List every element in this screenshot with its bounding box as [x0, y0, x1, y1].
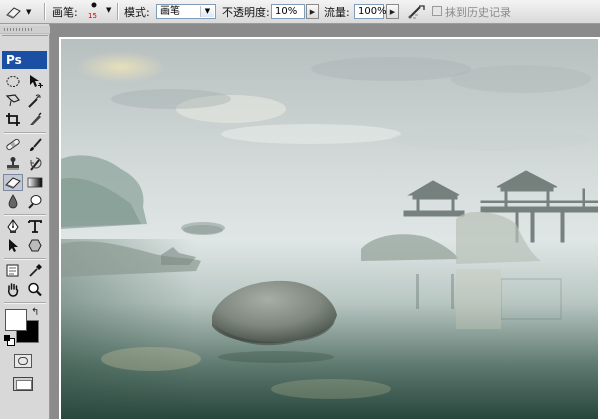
gradient-tool[interactable] [25, 174, 45, 191]
crop-icon [6, 113, 20, 126]
document-window[interactable] [59, 37, 600, 419]
screen-mode-button[interactable] [13, 377, 33, 391]
chevron-down-icon: ▼ [26, 7, 32, 16]
tools-panel-grip[interactable] [0, 26, 50, 34]
move-icon [30, 75, 43, 88]
eyedropper-tool[interactable] [25, 262, 45, 279]
polygon-shape-icon [28, 239, 42, 252]
elliptical-marquee-icon [6, 76, 20, 87]
eraser-icon [6, 6, 21, 19]
eraser-tool[interactable] [3, 174, 23, 191]
stamp-icon [7, 157, 19, 170]
flow-value: 100% [358, 6, 387, 17]
tool-options-bar: ▼ 画笔: 15 ▼ 模式: 画笔 ▼ 不透明度: 10% ▶ 流量: 100%… [0, 0, 600, 24]
flow-slider-button[interactable]: ▶ [386, 4, 399, 19]
type-t-icon [28, 220, 42, 233]
gradient-icon [27, 177, 43, 188]
standard-mask-icon [18, 357, 28, 365]
chevron-right-icon: ▶ [309, 7, 316, 16]
pen-tool[interactable] [3, 218, 23, 235]
erase-to-history-label: 抹到历史记录 [445, 5, 511, 19]
mode-select-value: 画笔 [160, 6, 180, 17]
band-aid-icon [6, 138, 20, 151]
healing-brush-tool[interactable] [3, 136, 23, 153]
flow-label: 流量: [324, 5, 350, 19]
lasso-tool[interactable] [3, 92, 23, 109]
pen-nib-icon [7, 219, 19, 233]
standard-mode-button[interactable] [14, 354, 32, 368]
history-brush-tool[interactable] [25, 155, 45, 172]
hand-tool[interactable] [3, 281, 23, 298]
water-drop-icon [8, 194, 18, 209]
crop-tool[interactable] [3, 111, 23, 128]
chevron-down-icon: ▼ [200, 6, 214, 17]
marquee-tool[interactable] [3, 73, 23, 90]
arrow-pointer-icon [9, 239, 18, 252]
mode-select[interactable]: 画笔 ▼ [156, 4, 216, 19]
magic-wand-icon [28, 94, 41, 108]
polygon-lasso-icon [5, 94, 20, 107]
brush-tool[interactable] [25, 136, 45, 153]
eyedropper-icon [29, 264, 42, 277]
tools-panel: Ps ↰ [0, 24, 50, 419]
swap-colors-icon[interactable]: ↰ [31, 307, 39, 318]
blur-tool[interactable] [3, 193, 23, 210]
eraser-icon [5, 177, 21, 189]
brush-preset-picker[interactable]: 15 [86, 0, 102, 23]
brush-tip-icon [91, 2, 97, 8]
airbrush-button[interactable] [407, 0, 427, 23]
default-colors-icon[interactable] [4, 335, 15, 346]
magnifier-icon [28, 282, 42, 297]
clone-stamp-tool[interactable] [3, 155, 23, 172]
dodge-icon [28, 195, 42, 209]
screen-mode-icon [16, 380, 32, 390]
tool-preset-picker[interactable]: ▼ [5, 0, 31, 23]
fog-lake-photo[interactable] [61, 39, 598, 419]
paintbrush-icon [30, 138, 42, 151]
hand-icon [8, 283, 19, 297]
chevron-right-icon: ▶ [389, 7, 396, 16]
slice-knife-icon [30, 112, 42, 125]
erase-to-history-checkbox[interactable] [432, 6, 442, 16]
foreground-color-swatch[interactable] [5, 309, 27, 331]
note-icon [6, 264, 19, 277]
opacity-slider-button[interactable]: ▶ [306, 4, 319, 19]
opacity-field[interactable]: 10% [271, 4, 305, 19]
type-tool[interactable] [25, 218, 45, 235]
brush-label: 画笔: [52, 5, 78, 19]
magic-wand-tool[interactable] [25, 92, 45, 109]
history-brush-icon [30, 157, 42, 171]
chevron-down-icon[interactable]: ▼ [106, 6, 111, 14]
shape-tool[interactable] [25, 237, 45, 254]
flow-field[interactable]: 100% [354, 4, 387, 19]
brush-size-value: 15 [88, 12, 97, 20]
notes-tool[interactable] [3, 262, 23, 279]
move-tool[interactable] [25, 73, 45, 90]
path-selection-tool[interactable] [3, 237, 23, 254]
airbrush-icon [408, 4, 425, 18]
opacity-value: 10% [275, 6, 298, 17]
zoom-tool[interactable] [25, 281, 45, 298]
dodge-tool[interactable] [25, 193, 45, 210]
opacity-label: 不透明度: [222, 5, 270, 19]
slice-tool[interactable] [25, 111, 45, 128]
photoshop-logo[interactable]: Ps [2, 51, 47, 69]
mode-label: 模式: [124, 5, 150, 19]
